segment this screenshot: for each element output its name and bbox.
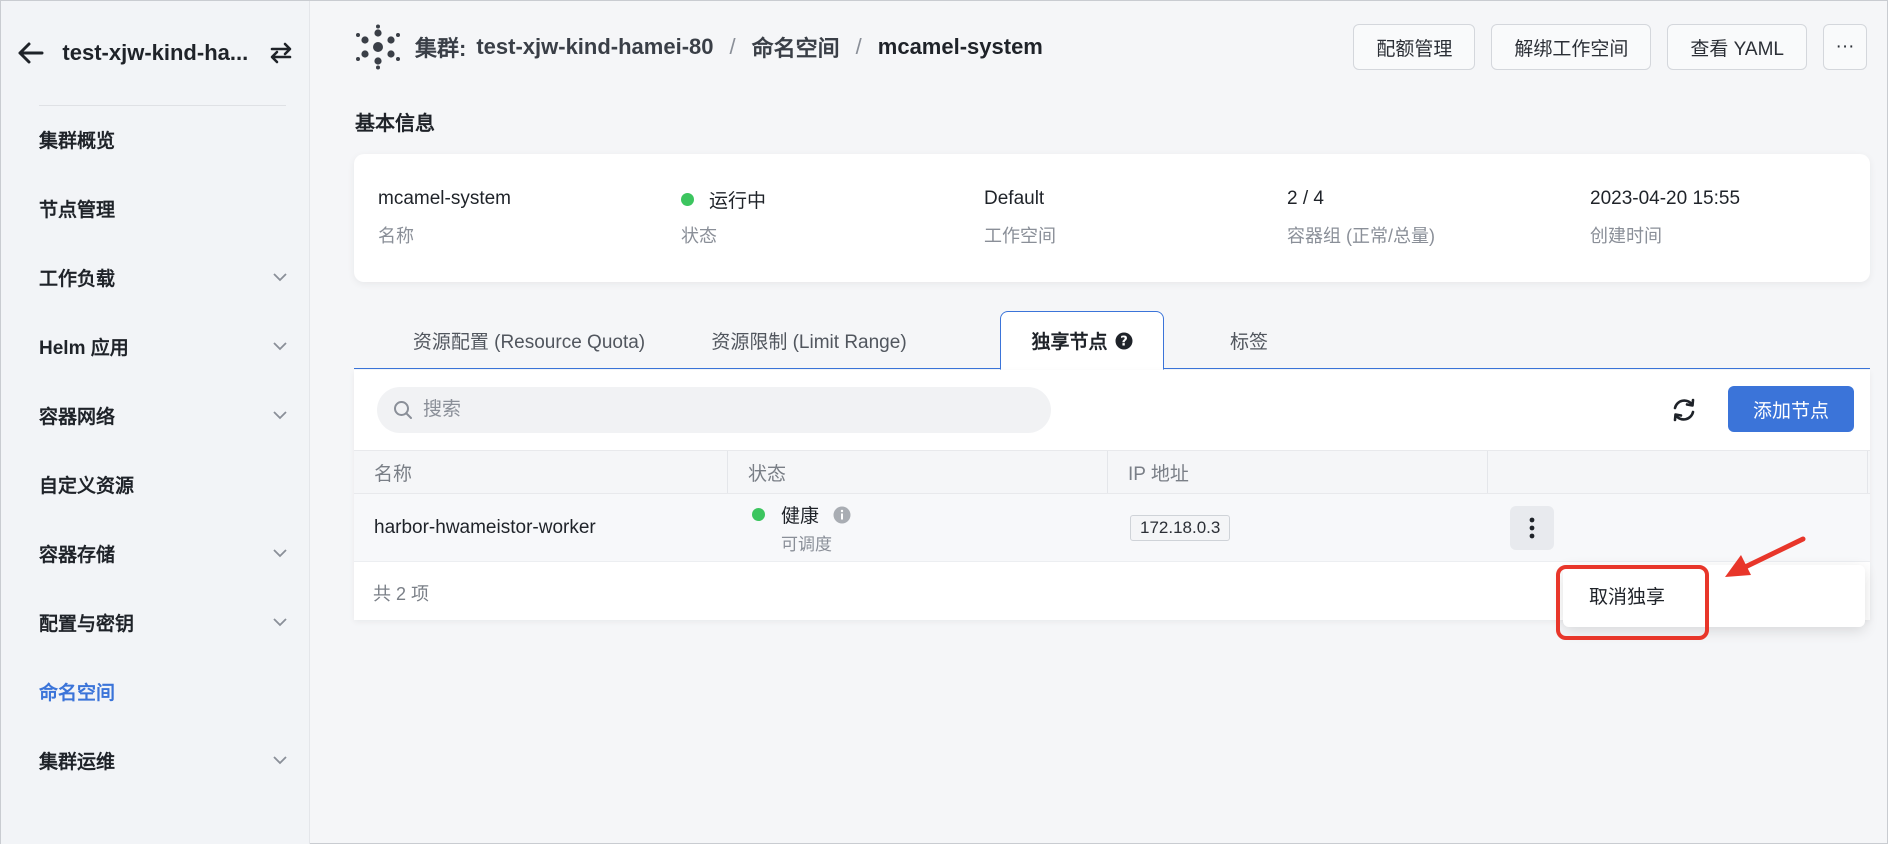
node-ip-cell: 172.18.0.3 xyxy=(1130,494,1231,562)
status-dot xyxy=(752,508,765,521)
info-icon[interactable] xyxy=(833,506,851,524)
info-created: 2023-04-20 15:55 创建时间 xyxy=(1590,186,1740,248)
sidebar-item-storage[interactable]: 容器存储 xyxy=(1,519,310,588)
sidebar-item-helm[interactable]: Helm 应用 xyxy=(1,312,310,381)
column-header-ip[interactable]: IP 地址 xyxy=(1108,451,1488,493)
info-value: Default xyxy=(984,188,1045,209)
status-text: 健康 xyxy=(781,506,820,527)
sidebar-menu: 集群概览 节点管理 工作负载 Helm 应用 容器网络 自定义资源 容器存储 配… xyxy=(1,105,310,795)
sidebar-item-nodes[interactable]: 节点管理 xyxy=(1,174,310,243)
info-workspace: Default 工作空间 xyxy=(984,186,1056,248)
chevron-down-icon xyxy=(272,339,288,355)
chevron-down-icon xyxy=(272,615,288,631)
quota-management-button[interactable]: 配额管理 xyxy=(1353,24,1476,70)
chevron-down-icon xyxy=(272,753,288,769)
total-count: 共 2 项 xyxy=(373,584,430,604)
table-header: 名称 状态 IP 地址 xyxy=(354,450,1870,494)
tab-limit-range[interactable]: 资源限制 (Limit Range) xyxy=(674,311,944,369)
sidebar-item-label: 命名空间 xyxy=(39,683,116,704)
sidebar-item-workloads[interactable]: 工作负载 xyxy=(1,243,310,312)
header-actions: 配额管理 解绑工作空间 查看 YAML ··· xyxy=(1353,24,1867,70)
sidebar-item-label: 集群运维 xyxy=(39,752,116,773)
sidebar-item-namespaces[interactable]: 命名空间 xyxy=(1,657,310,726)
annotation-arrow-icon xyxy=(1725,536,1806,577)
row-more-actions-button[interactable] xyxy=(1510,506,1554,550)
sidebar-item-cluster-ops[interactable]: 集群运维 xyxy=(1,726,310,795)
node-status-cell: 健康 可调度 xyxy=(752,494,851,562)
column-header-actions xyxy=(1488,451,1868,493)
info-label: 容器组 (正常/总量) xyxy=(1287,226,1435,246)
sidebar-item-label: 自定义资源 xyxy=(39,476,135,497)
info-status: 运行中 状态 xyxy=(681,186,766,248)
tab-resource-quota[interactable]: 资源配置 (Resource Quota) xyxy=(394,311,664,369)
info-value: mcamel-system xyxy=(378,188,512,209)
help-icon[interactable]: ? xyxy=(1115,332,1133,350)
tabs-bar: 资源配置 (Resource Quota) 资源限制 (Limit Range)… xyxy=(354,311,1870,370)
breadcrumb-namespaces-link[interactable]: 命名空间 xyxy=(752,31,840,63)
info-label: 状态 xyxy=(681,226,717,246)
svg-text:?: ? xyxy=(1120,334,1128,349)
sidebar-item-label: 容器存储 xyxy=(39,545,116,566)
sidebar-item-config-secrets[interactable]: 配置与密钥 xyxy=(1,588,310,657)
info-value: 2023-04-20 15:55 xyxy=(1590,188,1741,209)
column-header-name[interactable]: 名称 xyxy=(354,451,728,493)
sidebar-item-label: 配置与密钥 xyxy=(39,614,135,635)
info-label: 名称 xyxy=(378,226,414,246)
sidebar-item-cluster-overview[interactable]: 集群概览 xyxy=(1,105,310,174)
breadcrumb-cluster-label: 集群: xyxy=(415,36,467,61)
back-arrow-icon[interactable] xyxy=(15,38,44,68)
breadcrumb-cluster-link[interactable]: test-xjw-kind-hamei-80 xyxy=(476,34,713,60)
add-node-button[interactable]: 添加节点 xyxy=(1728,386,1854,432)
breadcrumb-current-namespace: mcamel-system xyxy=(877,34,1043,59)
chevron-down-icon xyxy=(272,270,288,286)
ip-tag: 172.18.0.3 xyxy=(1130,515,1231,541)
search-icon xyxy=(394,401,412,419)
info-value: 运行中 xyxy=(709,190,767,212)
more-actions-button[interactable]: ··· xyxy=(1823,24,1867,70)
table-row: harbor-hwameistor-worker 健康 可调度 172.18.0… xyxy=(354,494,1870,562)
sidebar-item-label: 工作负载 xyxy=(39,269,116,290)
kebab-icon xyxy=(1529,517,1535,539)
annotation-highlight-box xyxy=(1556,565,1709,640)
info-label: 创建时间 xyxy=(1590,226,1662,246)
sidebar-item-crd[interactable]: 自定义资源 xyxy=(1,450,310,519)
status-dot xyxy=(681,192,694,206)
tab-exclusive-nodes[interactable]: 独享节点 ? xyxy=(1000,311,1164,370)
chevron-down-icon xyxy=(272,546,288,562)
sidebar-item-label: 节点管理 xyxy=(39,200,116,221)
tab-labels[interactable]: 标签 xyxy=(1194,311,1304,369)
tab-label: 独享节点 xyxy=(1031,332,1108,353)
basic-info-card: mcamel-system 名称 运行中 状态 Default 工作空间 2 /… xyxy=(354,154,1870,282)
main-content: 集群: test-xjw-kind-hamei-80 / 命名空间 / mcam… xyxy=(311,1,1887,843)
sidebar-item-label: 容器网络 xyxy=(39,407,116,428)
cluster-name: test-xjw-kind-ha... xyxy=(62,40,249,65)
sidebar: test-xjw-kind-ha... 集群概览 节点管理 工作负载 Helm … xyxy=(1,1,310,844)
sidebar-item-network[interactable]: 容器网络 xyxy=(1,381,310,450)
schedulable-text: 可调度 xyxy=(781,535,832,554)
node-name-cell: harbor-hwameistor-worker xyxy=(374,517,596,538)
info-name: mcamel-system 名称 xyxy=(378,186,511,248)
basic-info-title: 基本信息 xyxy=(355,113,435,135)
refresh-icon[interactable] xyxy=(1668,394,1700,426)
info-value: 2 / 4 xyxy=(1287,188,1324,209)
info-label: 工作空间 xyxy=(984,226,1056,246)
info-pods: 2 / 4 容器组 (正常/总量) xyxy=(1287,186,1435,248)
unbind-workspace-button[interactable]: 解绑工作空间 xyxy=(1491,24,1652,70)
breadcrumb-separator: / xyxy=(729,34,736,59)
sidebar-header: test-xjw-kind-ha... xyxy=(1,1,310,105)
switch-cluster-icon[interactable] xyxy=(267,38,296,68)
cluster-logo-icon xyxy=(356,24,400,70)
chevron-down-icon xyxy=(272,408,288,424)
sidebar-item-label: 集群概览 xyxy=(39,131,116,152)
breadcrumb-separator: / xyxy=(855,34,862,59)
view-yaml-button[interactable]: 查看 YAML xyxy=(1667,24,1807,70)
sidebar-item-label: Helm 应用 xyxy=(39,338,129,359)
column-header-status[interactable]: 状态 xyxy=(728,451,1108,493)
search-box xyxy=(377,387,1051,433)
breadcrumb: 集群: test-xjw-kind-hamei-80 / 命名空间 / mcam… xyxy=(355,19,1867,75)
search-input[interactable] xyxy=(423,399,1023,421)
